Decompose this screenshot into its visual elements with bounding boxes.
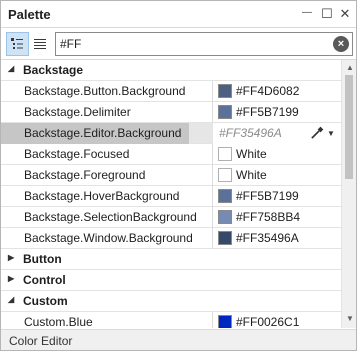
property-grid: ◢ Backstage Backstage.Button.Background … <box>1 60 341 328</box>
property-name: Backstage.Window.Background <box>24 231 193 245</box>
category-label: Button <box>23 252 62 266</box>
status-label: Color Editor <box>9 334 73 348</box>
toolbar: × <box>1 29 356 60</box>
dropdown-arrow-icon[interactable]: ▼ <box>327 129 335 138</box>
property-value: #FF0026C1 <box>236 315 300 328</box>
property-row[interactable]: Backstage.Button.Background #FF4D6082 <box>1 81 341 102</box>
categorized-view-icon <box>11 38 23 49</box>
column-divider <box>212 228 213 249</box>
property-name: Backstage.SelectionBackground <box>24 210 197 224</box>
property-row-selected[interactable]: Backstage.Editor.Background #FF35496A ▼ <box>1 123 341 144</box>
property-name: Backstage.Foreground <box>24 168 146 182</box>
list-view-icon <box>34 39 46 49</box>
property-row[interactable]: Custom.Blue #FF0026C1 <box>1 312 341 328</box>
column-divider <box>212 102 213 123</box>
category-row-control[interactable]: ▶ Control <box>1 270 341 291</box>
column-divider <box>212 165 213 186</box>
category-label: Custom <box>23 294 68 308</box>
scroll-thumb[interactable] <box>345 75 353 179</box>
clear-search-icon[interactable]: × <box>333 36 349 52</box>
eyedropper-icon[interactable] <box>310 126 324 140</box>
property-value: #FF758BB4 <box>236 210 301 224</box>
column-divider <box>212 207 213 228</box>
search-box: × <box>55 32 353 56</box>
column-divider <box>212 312 213 328</box>
property-row[interactable]: Backstage.Foreground White <box>1 165 341 186</box>
palette-window: Palette — ☐ ✕ × <box>0 0 357 351</box>
property-value: #FF4D6082 <box>236 84 300 98</box>
minimize-button[interactable]: — <box>300 5 314 21</box>
color-swatch <box>218 84 232 98</box>
status-bar: Color Editor <box>1 329 356 350</box>
category-row-backstage[interactable]: ◢ Backstage <box>1 60 341 81</box>
color-swatch <box>218 210 232 224</box>
expand-arrow-icon[interactable]: ▶ <box>8 274 14 283</box>
property-name: Backstage.HoverBackground <box>24 189 180 203</box>
collapse-arrow-icon[interactable]: ◢ <box>8 64 14 73</box>
property-name: Backstage.Focused <box>24 147 130 161</box>
scroll-up-icon[interactable]: ▲ <box>346 63 354 72</box>
maximize-button[interactable]: ☐ <box>320 6 334 22</box>
category-row-button[interactable]: ▶ Button <box>1 249 341 270</box>
column-divider <box>212 81 213 102</box>
property-row[interactable]: Backstage.HoverBackground #FF5B7199 <box>1 186 341 207</box>
property-name: Backstage.Delimiter <box>24 105 131 119</box>
category-row-custom[interactable]: ◢ Custom <box>1 291 341 312</box>
column-divider <box>212 144 213 165</box>
expand-arrow-icon[interactable]: ▶ <box>8 253 14 262</box>
category-label: Control <box>23 273 66 287</box>
property-value: #FF5B7199 <box>236 189 299 203</box>
property-row[interactable]: Backstage.Delimiter #FF5B7199 <box>1 102 341 123</box>
color-swatch <box>218 315 232 328</box>
color-swatch <box>218 189 232 203</box>
property-row[interactable]: Backstage.Focused White <box>1 144 341 165</box>
window-title: Palette <box>8 7 51 22</box>
list-view-button[interactable] <box>29 32 52 56</box>
collapse-arrow-icon[interactable]: ◢ <box>8 295 14 304</box>
close-button[interactable]: ✕ <box>338 6 352 22</box>
property-row[interactable]: Backstage.Window.Background #FF35496A <box>1 228 341 249</box>
title-bar: Palette — ☐ ✕ <box>1 1 356 28</box>
property-name: Backstage.Editor.Background <box>1 123 189 144</box>
scroll-down-icon[interactable]: ▼ <box>346 314 354 323</box>
search-input[interactable] <box>60 36 320 52</box>
property-value: #FF35496A <box>236 231 299 245</box>
property-value: #FF5B7199 <box>236 105 299 119</box>
color-swatch <box>218 168 232 182</box>
vertical-scrollbar[interactable]: ▲ ▼ <box>341 60 356 328</box>
property-name: Custom.Blue <box>24 315 93 328</box>
property-row[interactable]: Backstage.SelectionBackground #FF758BB4 <box>1 207 341 228</box>
property-name: Backstage.Button.Background <box>24 84 186 98</box>
column-divider <box>212 186 213 207</box>
color-swatch <box>218 231 232 245</box>
color-swatch <box>218 105 232 119</box>
categorized-view-button[interactable] <box>6 32 29 56</box>
property-value-input[interactable]: #FF35496A <box>219 126 282 140</box>
color-swatch <box>218 147 232 161</box>
property-value: White <box>236 168 267 182</box>
property-value: White <box>236 147 267 161</box>
category-label: Backstage <box>23 63 84 77</box>
